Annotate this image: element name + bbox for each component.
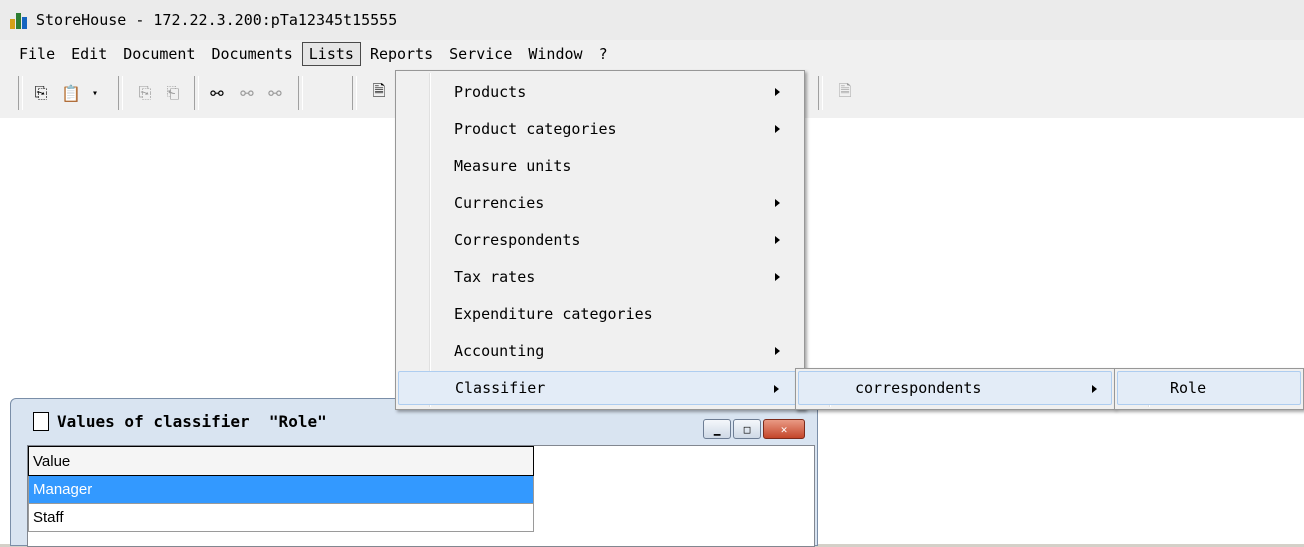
- menu-bar: File Edit Document Documents Lists Repor…: [0, 40, 1304, 68]
- submenu-arrow-icon: [775, 236, 780, 244]
- copy-special-icon[interactable]: ⎘: [134, 82, 156, 104]
- window-controls: ▁ □ ✕: [703, 419, 805, 439]
- paste-icon[interactable]: 📋: [60, 82, 82, 104]
- menu-item-currencies[interactable]: Currencies: [398, 186, 802, 220]
- submenu-arrow-icon: [1092, 385, 1097, 393]
- table-row[interactable]: Manager: [28, 476, 534, 504]
- menu-window[interactable]: Window: [521, 42, 589, 66]
- submenu-arrow-icon: [775, 125, 780, 133]
- menu-item-expenditure-categories[interactable]: Expenditure categories: [398, 297, 802, 331]
- copy-alt-icon[interactable]: ⎗: [162, 82, 184, 104]
- menu-document[interactable]: Document: [116, 42, 202, 66]
- submenu-arrow-icon: [775, 347, 780, 355]
- replace-icon[interactable]: ⚯: [264, 82, 286, 104]
- menu-reports[interactable]: Reports: [363, 42, 440, 66]
- menu-file[interactable]: File: [12, 42, 62, 66]
- menu-item-measure-units[interactable]: Measure units: [398, 149, 802, 183]
- toolbar-separator: [18, 76, 23, 110]
- menu-item-tax-rates[interactable]: Tax rates: [398, 260, 802, 294]
- toolbar-separator: [118, 76, 123, 110]
- paste-dropdown-icon[interactable]: ▾: [84, 82, 106, 104]
- submenu-arrow-icon: [774, 385, 779, 393]
- correspondents-submenu: Role: [1114, 368, 1304, 410]
- find-binoculars-icon[interactable]: ⚯: [206, 82, 228, 104]
- lists-dropdown-menu: Products Product categories Measure unit…: [395, 70, 805, 410]
- menu-item-classifier[interactable]: Classifier: [398, 371, 802, 405]
- toolbar-separator: [298, 76, 303, 110]
- child-window-title: Values of classifier "Role": [57, 411, 327, 431]
- menu-documents[interactable]: Documents: [205, 42, 300, 66]
- title-bar: StoreHouse - 172.22.3.200:pTa12345t15555: [0, 0, 1304, 40]
- submenu-arrow-icon: [775, 199, 780, 207]
- menu-item-accounting[interactable]: Accounting: [398, 334, 802, 368]
- classifier-values-window: Values of classifier "Role" ▁ □ ✕ Value …: [10, 398, 818, 547]
- storehouse-app-icon: [10, 10, 30, 30]
- submenu-arrow-icon: [775, 88, 780, 96]
- menu-edit[interactable]: Edit: [64, 42, 114, 66]
- column-header-value[interactable]: Value: [28, 446, 534, 476]
- menu-help[interactable]: ?: [592, 42, 615, 66]
- document-icon[interactable]: 🗎: [368, 81, 390, 104]
- values-grid: Value Manager Staff: [27, 445, 815, 547]
- currency-document-icon[interactable]: 🗎: [834, 81, 856, 104]
- menu-lists[interactable]: Lists: [301, 42, 361, 66]
- copy-icon[interactable]: ⎘: [30, 82, 52, 104]
- table-row[interactable]: Staff: [28, 504, 534, 532]
- window-title: StoreHouse - 172.22.3.200:pTa12345t15555: [36, 11, 398, 29]
- submenu-arrow-icon: [775, 273, 780, 281]
- menu-service[interactable]: Service: [442, 42, 519, 66]
- menu-item-correspondents-classifier[interactable]: correspondents: [798, 371, 1112, 405]
- maximize-button[interactable]: □: [733, 419, 761, 439]
- toolbar-separator: [818, 76, 823, 110]
- document-icon: [33, 411, 49, 431]
- toolbar-separator: [194, 76, 199, 110]
- menu-item-role[interactable]: Role: [1117, 371, 1301, 405]
- minimize-button[interactable]: ▁: [703, 419, 731, 439]
- classifier-submenu: correspondents: [795, 368, 1115, 410]
- find-next-icon[interactable]: ⚯: [236, 82, 258, 104]
- toolbar-separator: [352, 76, 357, 110]
- menu-item-correspondents[interactable]: Correspondents: [398, 223, 802, 257]
- menu-item-products[interactable]: Products: [398, 75, 802, 109]
- close-button[interactable]: ✕: [763, 419, 805, 439]
- menu-item-product-categories[interactable]: Product categories: [398, 112, 802, 146]
